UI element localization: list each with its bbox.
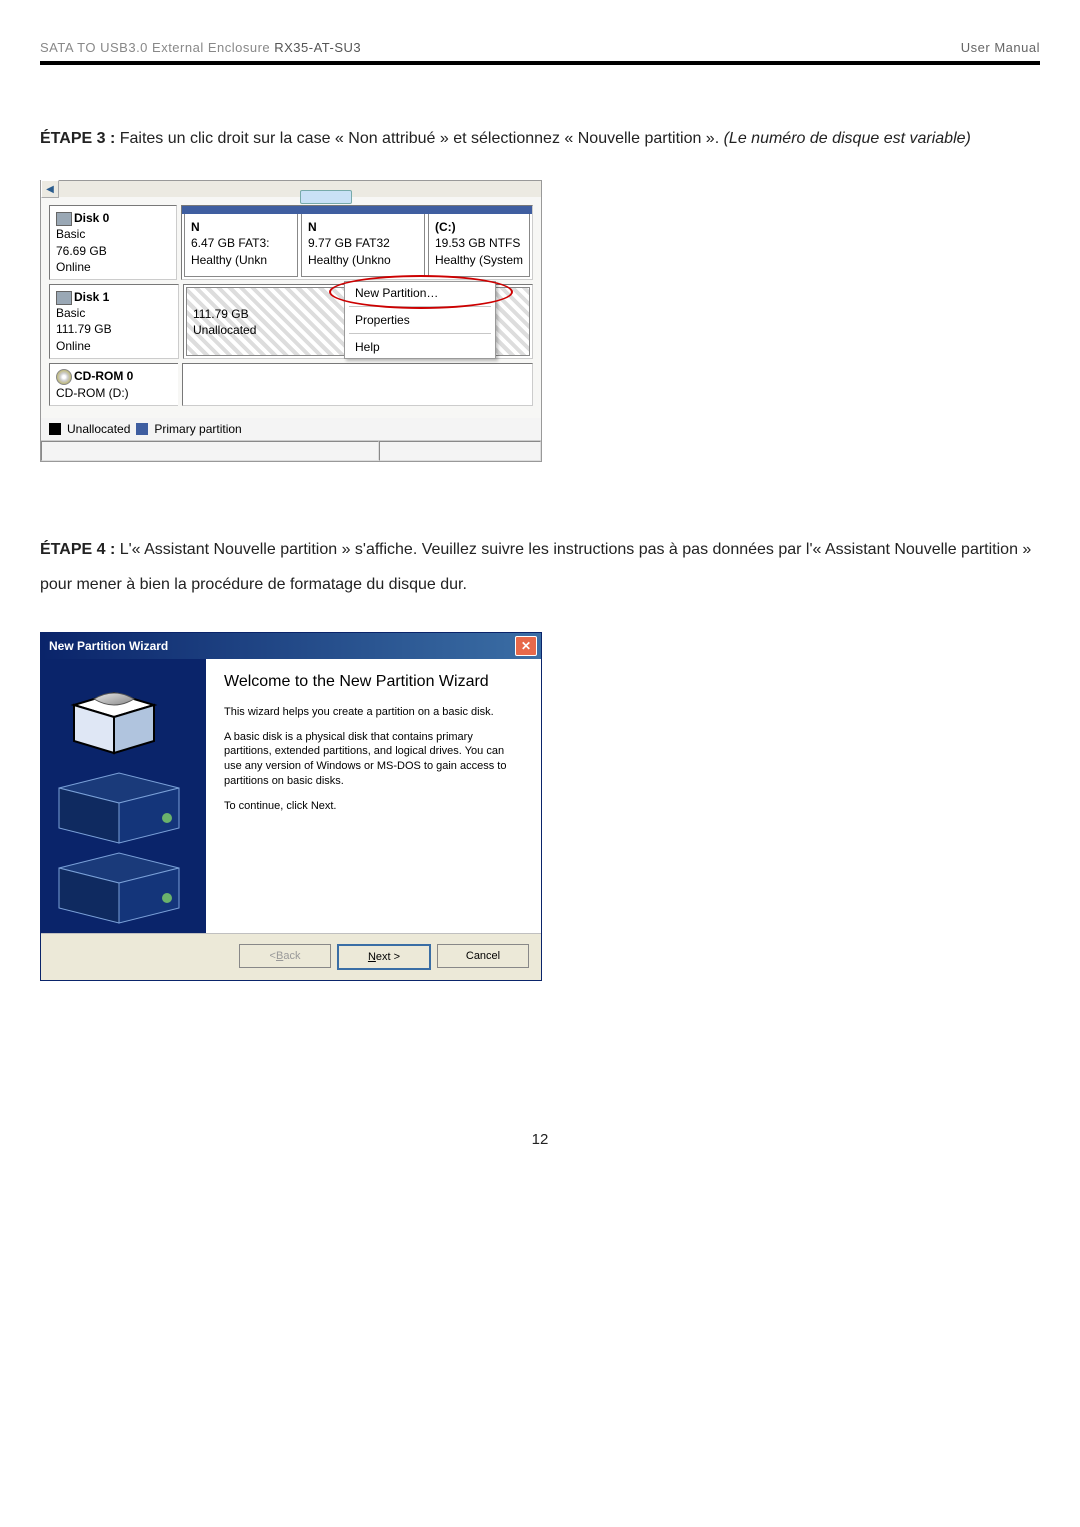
dm-statusbar (41, 440, 541, 461)
close-icon: ✕ (521, 639, 531, 653)
status-cell (379, 441, 541, 461)
product-model: RX35-AT-SU3 (274, 40, 361, 55)
cdrom-partitions (182, 363, 533, 406)
cdrom-l1: CD-ROM (D:) (56, 385, 172, 401)
disk1-title: Disk 1 (74, 290, 109, 304)
step3-paragraph: ÉTAPE 3 : Faites un clic droit sur la ca… (40, 121, 1040, 156)
scroll-thumb[interactable] (300, 190, 352, 204)
wizard-heading: Welcome to the New Partition Wizard (224, 671, 521, 693)
wizard-p1: This wizard helps you create a partition… (224, 705, 521, 720)
cancel-button[interactable]: Cancel (437, 944, 529, 968)
disk0-row: Disk 0 Basic 76.69 GB Online N 6.47 GB F… (49, 205, 533, 280)
step4-text: L'« Assistant Nouvelle partition » s'aff… (40, 541, 1031, 593)
legend-swatch-primary (136, 423, 148, 435)
disk0-l2: 76.69 GB (56, 243, 170, 259)
wizard-p2: A basic disk is a physical disk that con… (224, 730, 521, 789)
header-right: User Manual (961, 40, 1040, 55)
menu-item-properties[interactable]: Properties (345, 309, 495, 331)
new-partition-wizard-dialog: New Partition Wizard ✕ (40, 632, 542, 981)
wizard-sidebar (41, 659, 206, 933)
disk-management-window: ◀ Disk 0 Basic 76.69 GB Online N 6.47 GB… (40, 180, 542, 462)
wizard-titlebar[interactable]: New Partition Wizard ✕ (41, 633, 541, 659)
close-button[interactable]: ✕ (515, 636, 537, 656)
status-cell (41, 441, 379, 461)
wizard-content: Welcome to the New Partition Wizard This… (206, 659, 541, 933)
legend-primary: Primary partition (154, 422, 241, 436)
wizard-title: New Partition Wizard (49, 639, 168, 653)
step4-label: ÉTAPE 4 : (40, 541, 120, 558)
disk0-l3: Online (56, 259, 170, 275)
page-header: SATA TO USB3.0 External Enclosure RX35-A… (40, 40, 1040, 61)
disk0-l1: Basic (56, 226, 170, 242)
page-number: 12 (40, 1131, 1040, 1148)
cdrom-row: CD-ROM 0 CD-ROM (D:) (49, 363, 533, 406)
disk-icon (56, 212, 72, 226)
step4-paragraph: ÉTAPE 4 : L'« Assistant Nouvelle partiti… (40, 532, 1040, 602)
menu-item-help[interactable]: Help (345, 336, 495, 358)
disk1-partitions: 111.79 GB Unallocated New Partition… Pro… (183, 284, 533, 359)
disk-icon (56, 291, 72, 305)
product-name: SATA TO USB3.0 External Enclosure (40, 40, 274, 55)
menu-separator (349, 306, 491, 307)
horizontal-scrollbar[interactable]: ◀ (41, 181, 541, 197)
cdrom-title: CD-ROM 0 (74, 369, 133, 383)
back-button: < Back (239, 944, 331, 968)
legend-swatch-unallocated (49, 423, 61, 435)
step3-label: ÉTAPE 3 : (40, 130, 120, 147)
step3-text: Faites un clic droit sur la case « Non a… (120, 130, 724, 147)
disk0-title: Disk 0 (74, 211, 109, 225)
menu-item-new-partition[interactable]: New Partition… (345, 282, 495, 304)
disk0-part-2[interactable]: (C:) 19.53 GB NTFS Healthy (System (428, 208, 530, 277)
header-rule (40, 61, 1040, 65)
cdrom-icon (56, 369, 72, 385)
wizard-button-row: < Back Next > Cancel (41, 933, 541, 980)
disk0-part-1[interactable]: N 9.77 GB FAT32 Healthy (Unkno (301, 208, 425, 277)
disk0-label[interactable]: Disk 0 Basic 76.69 GB Online (49, 205, 177, 280)
wizard-disk-icon (49, 673, 199, 933)
dm-legend: Unallocated Primary partition (41, 418, 541, 440)
menu-separator (349, 333, 491, 334)
disk0-part-0[interactable]: N 6.47 GB FAT3: Healthy (Unkn (184, 208, 298, 277)
disk1-row: Disk 1 Basic 111.79 GB Online 111.79 GB … (49, 284, 533, 359)
scroll-left-button[interactable]: ◀ (41, 180, 59, 198)
disk1-label[interactable]: Disk 1 Basic 111.79 GB Online (49, 284, 179, 359)
disk1-l1: Basic (56, 305, 172, 321)
wizard-p3: To continue, click Next. (224, 799, 521, 814)
disk1-l3: Online (56, 338, 172, 354)
next-button[interactable]: Next > (337, 944, 431, 970)
step3-italic: (Le numéro de disque est variable) (724, 130, 971, 147)
disk0-partitions: N 6.47 GB FAT3: Healthy (Unkn N 9.77 GB … (181, 205, 533, 280)
context-menu: New Partition… Properties Help (344, 281, 496, 359)
cdrom-label[interactable]: CD-ROM 0 CD-ROM (D:) (49, 363, 178, 406)
disk1-l2: 111.79 GB (56, 321, 172, 337)
legend-unallocated: Unallocated (67, 422, 130, 436)
